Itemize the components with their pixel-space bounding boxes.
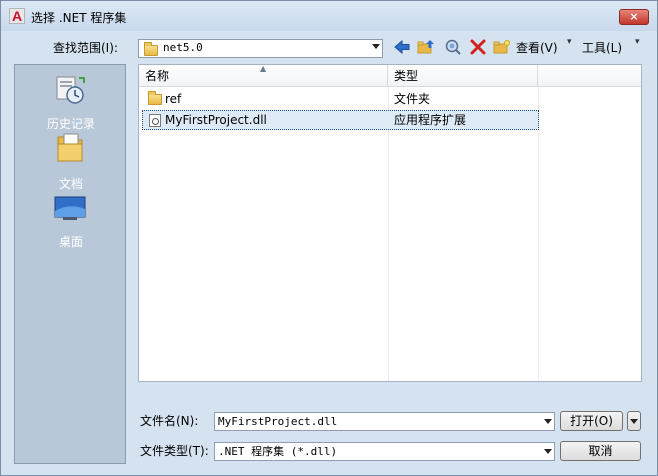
chevron-down-icon[interactable] [544,419,552,424]
chevron-down-icon[interactable] [544,449,552,454]
column-header-type[interactable]: 类型 [388,65,538,87]
open-button[interactable]: 打开(O) [560,411,623,431]
column-header-empty [538,65,641,87]
list-item[interactable]: ref 文件夹 [142,89,538,109]
back-icon[interactable] [393,39,411,55]
documents-icon [57,133,83,162]
delete-icon[interactable] [469,39,487,55]
file-name-input[interactable]: MyFirstProject.dll [214,412,555,431]
look-in-label: 查找范围(I): [53,41,118,55]
place-desktop[interactable]: 桌面 [15,191,127,253]
file-name-label: 文件名(N): [140,414,199,428]
file-type-combobox[interactable]: .NET 程序集 (*.dll) [214,442,555,461]
column-divider [388,87,389,381]
open-options-button[interactable] [627,411,641,431]
column-header-name[interactable]: 名称 ▲ [139,64,388,87]
sort-ascending-icon: ▲ [260,64,267,73]
file-type: 文件夹 [394,92,431,106]
chevron-down-icon[interactable] [372,44,380,49]
autocad-logo-icon: A [9,8,25,24]
window-title: 选择 .NET 程序集 [31,11,127,25]
title-bar: A 选择 .NET 程序集 × [1,1,657,31]
up-folder-icon[interactable] [417,39,435,55]
place-label: 桌面 [58,235,83,249]
look-in-value: net5.0 [163,41,203,54]
tools-dropdown-icon[interactable]: ▾ [635,37,640,47]
view-menu-button[interactable]: 查看(V) [516,39,558,56]
place-history[interactable]: 历史记录 [15,71,127,131]
file-type: 应用程序扩展 [394,113,467,127]
file-name: ref [165,92,182,106]
view-dropdown-icon[interactable]: ▾ [567,37,572,47]
close-button[interactable]: × [619,9,649,25]
chevron-down-icon [630,419,638,424]
place-documents[interactable]: 文档 [15,129,127,191]
new-folder-icon[interactable] [493,39,511,55]
dll-file-icon [149,114,161,127]
cancel-button[interactable]: 取消 [560,441,641,461]
folder-icon [148,91,162,105]
place-label: 文档 [58,177,83,191]
history-icon [56,76,85,104]
column-divider [538,87,539,381]
look-in-combobox[interactable]: net5.0 [138,39,383,58]
file-type-label: 文件类型(T): [140,444,209,458]
list-item[interactable]: MyFirstProject.dll 应用程序扩展 [142,110,539,130]
search-web-icon[interactable] [444,39,462,55]
places-bar: 历史记录 文档 桌面 [14,64,126,464]
desktop-icon [54,196,86,220]
tools-menu-button[interactable]: 工具(L) [582,39,622,56]
file-dialog-window: A 选择 .NET 程序集 × 查找范围(I): net5.0 查看(V) ▾ … [0,0,658,476]
file-name: MyFirstProject.dll [165,113,267,127]
folder-icon [144,42,158,56]
file-list[interactable]: 名称 ▲ 类型 ref 文件夹 MyFirstProject.dll 应用程序扩… [138,64,642,382]
